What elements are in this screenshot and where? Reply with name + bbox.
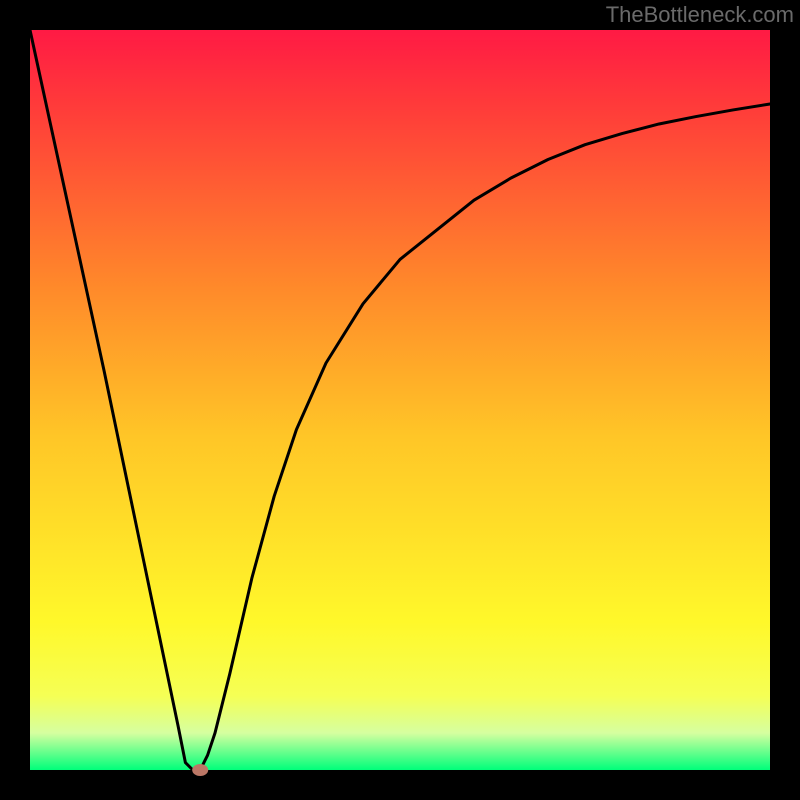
watermark-text: TheBottleneck.com — [606, 2, 794, 28]
bottleneck-chart — [0, 0, 800, 800]
optimum-marker — [192, 764, 208, 776]
chart-background — [30, 30, 770, 770]
chart-frame: TheBottleneck.com — [0, 0, 800, 800]
